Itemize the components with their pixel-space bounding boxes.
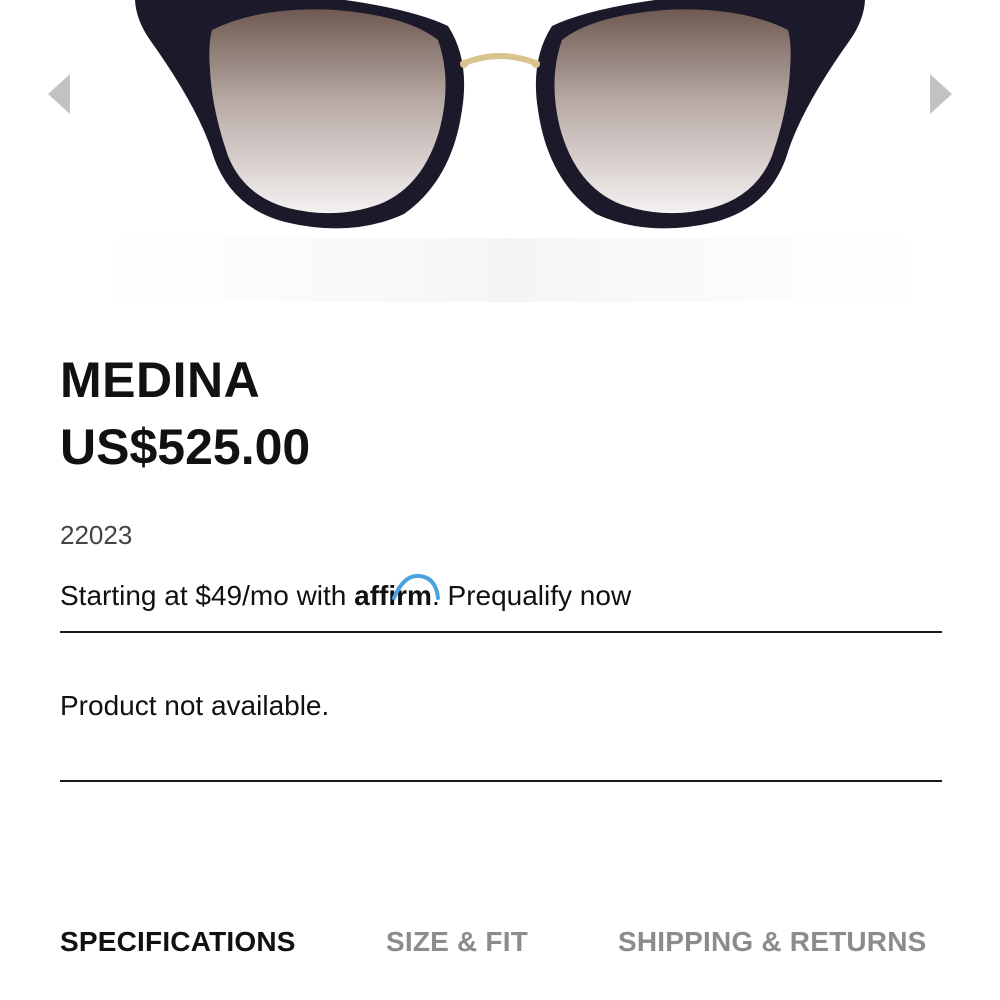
product-sku: 22023 — [60, 520, 133, 550]
affirm-logo: affirm — [354, 573, 441, 616]
financing-prefix: Starting at $49/mo with — [60, 580, 347, 611]
prequalify-link[interactable]: Prequalify now — [448, 580, 632, 611]
chevron-right-icon[interactable] — [928, 72, 954, 116]
product-price: US$525.00 — [60, 419, 311, 475]
affirm-arc-icon — [392, 573, 441, 600]
financing-message: Starting at $49/mo with affirm. Prequali… — [60, 573, 632, 616]
divider — [60, 780, 942, 782]
product-title: MEDINA — [60, 352, 261, 408]
availability-message: Product not available. — [60, 690, 330, 721]
product-page: MEDINA US$525.00 22023 Starting at $49/m… — [0, 0, 1000, 1000]
chevron-left-icon[interactable] — [46, 72, 72, 116]
tab-size-fit[interactable]: SIZE & FIT — [386, 922, 528, 962]
tab-shipping-returns[interactable]: SHIPPING & RETURNS — [618, 922, 927, 962]
product-image — [90, 0, 930, 302]
divider — [60, 631, 942, 633]
product-image-carousel[interactable] — [0, 0, 1000, 310]
tab-specifications[interactable]: SPECIFICATIONS — [60, 922, 296, 962]
